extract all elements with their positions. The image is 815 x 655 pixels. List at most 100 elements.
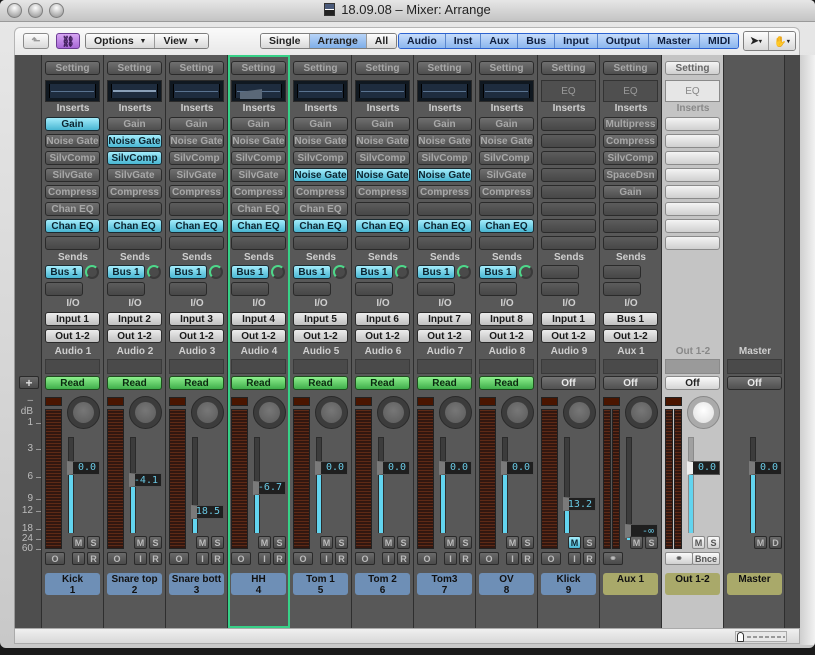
insert-slot[interactable]: Gain: [45, 117, 100, 131]
track-name-label[interactable]: HH 4: [231, 573, 286, 596]
input-slot[interactable]: Input 1: [541, 312, 596, 326]
automation-mode-button[interactable]: Read: [169, 376, 224, 390]
output-slot[interactable]: Out 1-2: [603, 329, 658, 343]
eq-display[interactable]: EQ: [665, 80, 720, 102]
view-menu[interactable]: View ▼: [155, 34, 208, 48]
insert-slot[interactable]: [665, 117, 720, 131]
insert-slot[interactable]: Chan EQ: [231, 219, 286, 233]
insert-slot[interactable]: [541, 117, 596, 131]
track-name-label[interactable]: Tom 26: [355, 573, 410, 596]
solo-button[interactable]: S: [645, 536, 658, 549]
pan-knob[interactable]: [191, 396, 224, 429]
insert-slot[interactable]: Compress: [603, 134, 658, 148]
input-slot[interactable]: Bus 1: [603, 312, 658, 326]
eq-thumbnail[interactable]: [231, 80, 286, 102]
input-button[interactable]: I: [134, 552, 147, 565]
insert-slot[interactable]: SilvGate: [45, 168, 100, 182]
setting-button[interactable]: Setting: [231, 61, 286, 75]
view-mode-arrange[interactable]: Arrange: [309, 34, 367, 48]
group-slot[interactable]: [355, 359, 410, 374]
volume-fader-track[interactable]: [626, 437, 632, 533]
automation-mode-button[interactable]: Read: [417, 376, 472, 390]
insert-slot[interactable]: Chan EQ: [417, 219, 472, 233]
group-slot[interactable]: [603, 359, 658, 374]
insert-slot[interactable]: Noise Gate: [355, 134, 410, 148]
filter-bus[interactable]: Bus: [518, 34, 556, 48]
insert-slot[interactable]: Chan EQ: [45, 219, 100, 233]
insert-slot[interactable]: [603, 219, 658, 233]
output-slot[interactable]: Out 1-2: [231, 329, 286, 343]
insert-slot[interactable]: SilvComp: [169, 151, 224, 165]
eq-thumbnail[interactable]: [169, 80, 224, 102]
eq-thumbnail[interactable]: [45, 80, 100, 102]
send-slot[interactable]: Bus 1: [293, 265, 331, 279]
insert-slot[interactable]: Chan EQ: [169, 219, 224, 233]
group-slot[interactable]: [45, 359, 100, 374]
insert-slot[interactable]: [231, 236, 286, 250]
track-name-label[interactable]: Tom 15: [293, 573, 348, 596]
group-slot[interactable]: [293, 359, 348, 374]
mute-button[interactable]: M: [258, 536, 271, 549]
eq-display[interactable]: EQ: [603, 80, 658, 102]
volume-fader-value[interactable]: 0.0: [67, 460, 100, 475]
input-slot[interactable]: Input 8: [479, 312, 534, 326]
pan-knob[interactable]: [439, 396, 472, 429]
stereo-link-button[interactable]: ⚭: [665, 552, 693, 565]
automation-mode-button[interactable]: Read: [45, 376, 100, 390]
insert-slot[interactable]: [665, 185, 720, 199]
insert-slot[interactable]: [417, 236, 472, 250]
insert-slot[interactable]: Noise Gate: [293, 134, 348, 148]
insert-slot[interactable]: SilvComp: [107, 151, 162, 165]
input-monitor-button[interactable]: O: [541, 552, 561, 565]
input-button[interactable]: I: [320, 552, 333, 565]
peak-indicator[interactable]: [169, 397, 186, 406]
insert-slot[interactable]: Gain: [417, 117, 472, 131]
volume-fader-value[interactable]: 0.0: [377, 460, 410, 475]
input-button[interactable]: I: [444, 552, 457, 565]
insert-slot[interactable]: SilvComp: [355, 151, 410, 165]
solo-button[interactable]: S: [149, 536, 162, 549]
insert-slot[interactable]: Noise Gate: [45, 134, 100, 148]
input-monitor-button[interactable]: O: [479, 552, 499, 565]
group-slot[interactable]: [169, 359, 224, 374]
track-name-label[interactable]: Aux 1: [603, 573, 658, 595]
group-slot[interactable]: [727, 359, 782, 374]
insert-slot[interactable]: Compress: [479, 185, 534, 199]
track-name-label[interactable]: Master: [727, 573, 782, 595]
stereo-link-button[interactable]: ⚭: [603, 552, 623, 565]
group-slot[interactable]: [541, 359, 596, 374]
track-name-label[interactable]: Out 1-2: [665, 573, 720, 595]
volume-fader-value[interactable]: 13.2: [563, 497, 596, 512]
send-slot[interactable]: Bus 1: [355, 265, 393, 279]
solo-button[interactable]: S: [583, 536, 596, 549]
mute-button[interactable]: M: [382, 536, 395, 549]
peak-indicator[interactable]: [417, 397, 434, 406]
automation-mode-button[interactable]: Read: [355, 376, 410, 390]
automation-mode-button[interactable]: Off: [603, 376, 658, 390]
insert-slot[interactable]: [169, 236, 224, 250]
insert-slot[interactable]: Chan EQ: [107, 219, 162, 233]
solo-button[interactable]: S: [87, 536, 100, 549]
mute-button[interactable]: M: [568, 536, 581, 549]
insert-slot[interactable]: Chan EQ: [293, 202, 348, 216]
peak-indicator[interactable]: [293, 397, 310, 406]
pan-knob[interactable]: [501, 396, 534, 429]
insert-slot[interactable]: Chan EQ: [479, 219, 534, 233]
send-slot[interactable]: [603, 282, 641, 296]
send-slot[interactable]: [293, 282, 331, 296]
send-level-knob[interactable]: [147, 265, 161, 279]
insert-slot[interactable]: Compress: [169, 185, 224, 199]
eq-display[interactable]: EQ: [541, 80, 596, 102]
setting-button[interactable]: Setting: [293, 61, 348, 75]
eq-thumbnail[interactable]: [355, 80, 410, 102]
peak-indicator[interactable]: [355, 397, 372, 406]
insert-slot[interactable]: [665, 236, 720, 250]
peak-indicator[interactable]: [665, 397, 682, 406]
insert-slot[interactable]: Noise Gate: [231, 134, 286, 148]
volume-fader-value[interactable]: 0.0: [315, 460, 348, 475]
send-slot[interactable]: [541, 282, 579, 296]
eq-thumbnail[interactable]: [107, 80, 162, 102]
filter-input[interactable]: Input: [555, 34, 598, 48]
solo-button[interactable]: S: [273, 536, 286, 549]
automation-mode-button[interactable]: Off: [727, 376, 782, 390]
